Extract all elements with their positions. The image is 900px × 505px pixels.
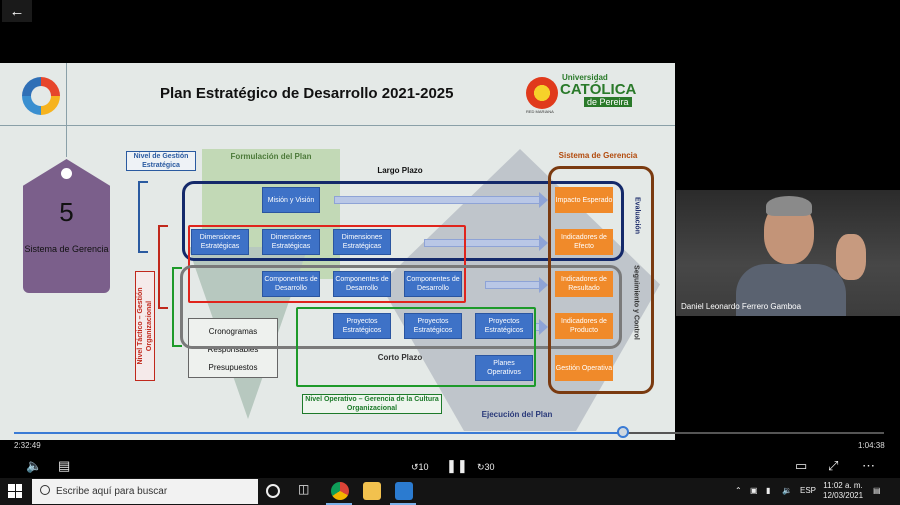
app-window: ← Plan Estratégico de Desarrollo 2021-20… xyxy=(0,0,900,505)
slide-title: Plan Estratégico de Desarrollo 2021-2025 xyxy=(160,85,454,102)
operativo-frame xyxy=(296,307,536,387)
bracket-blue xyxy=(138,181,148,253)
windows-start-icon[interactable] xyxy=(8,484,22,498)
cortana-icon[interactable] xyxy=(266,484,280,498)
camera-icon[interactable]: ▣ xyxy=(750,486,758,495)
clock[interactable]: 11:02 a. m. 12/03/2021 xyxy=(823,481,863,501)
chevron-up-icon[interactable]: ⌃ xyxy=(735,486,742,495)
logo-text: CATÓLICA xyxy=(560,81,637,98)
presupuestos-text: Presupuestos xyxy=(208,363,258,372)
media-player-icon[interactable] xyxy=(395,482,413,500)
arrow-left-icon: ← xyxy=(9,2,25,20)
rewind-label: 10 xyxy=(418,462,429,472)
sistema-gerencia-label: Sistema de Gerencia xyxy=(558,151,638,160)
divider xyxy=(66,63,67,157)
sun-emblem-icon xyxy=(526,77,558,109)
tag-label: Sistema de Gerencia xyxy=(24,244,109,254)
nivel-operativo-label: Nivel Operativo – Gerencia de la Cultura… xyxy=(302,394,442,414)
search-placeholder: Escribe aquí para buscar xyxy=(56,486,168,497)
university-logo: Universidad CATÓLICA de Pereira RED MARI… xyxy=(526,73,636,115)
task-view-icon[interactable]: ◫ xyxy=(298,482,316,500)
taskbar: Escribe aquí para buscar ◫ ⌃ ▣ ▮ 🔉 ESP 1… xyxy=(0,478,900,505)
forward-label: 30 xyxy=(484,462,495,472)
notifications-icon[interactable]: ▤ xyxy=(873,486,881,495)
logo-text: RED MARIANA xyxy=(526,109,554,114)
file-explorer-icon[interactable] xyxy=(363,482,381,500)
progress-fill xyxy=(14,432,623,434)
chrome-icon[interactable] xyxy=(331,482,349,500)
speaker-icon[interactable]: 🔉 xyxy=(782,486,792,495)
person-hand xyxy=(836,234,866,280)
elapsed-time: 2:32:49 xyxy=(14,441,41,450)
cast-icon[interactable]: ▭ xyxy=(795,458,807,474)
language-indicator[interactable]: ESP xyxy=(800,486,816,495)
remaining-time: 1:04:38 xyxy=(858,441,885,450)
pause-icon[interactable]: ❚❚ xyxy=(446,458,468,474)
sistema-gerencia-frame xyxy=(548,166,654,394)
nivel-tactico-label: Nivel Táctico – Gestión Organizacional xyxy=(135,271,155,381)
bracket-red xyxy=(158,225,168,309)
logo-text: de Pereira xyxy=(584,97,632,107)
progress-knob[interactable] xyxy=(617,426,629,438)
tag-number: 5 xyxy=(59,197,74,227)
largo-plazo-label: Largo Plazo xyxy=(377,166,423,175)
captions-icon[interactable]: ▤ xyxy=(58,458,70,474)
rewind-10-icon[interactable]: ↺10 xyxy=(411,462,429,473)
search-icon xyxy=(40,485,50,495)
logo-ring-icon xyxy=(22,77,60,115)
nivel-gestion-label: Nivel de Gestión Estratégica xyxy=(126,151,196,171)
formulacion-label: Formulación del Plan xyxy=(230,152,312,161)
presentation-slide: Plan Estratégico de Desarrollo 2021-2025… xyxy=(0,63,675,440)
tag-hole xyxy=(61,168,72,179)
ejecucion-label: Ejecución del Plan xyxy=(481,410,553,419)
clock-time: 11:02 a. m. xyxy=(823,481,863,490)
volume-icon[interactable]: 🔈 xyxy=(26,458,42,474)
search-box[interactable]: Escribe aquí para buscar xyxy=(32,479,258,504)
divider xyxy=(0,125,675,126)
participant-name: Daniel Leonardo Ferrero Gamboa xyxy=(681,302,802,311)
webcam-video: Daniel Leonardo Ferrero Gamboa xyxy=(676,190,900,316)
battery-icon[interactable]: ▮ xyxy=(766,486,770,495)
back-button[interactable]: ← xyxy=(2,0,32,22)
more-icon[interactable]: ⋯ xyxy=(862,458,875,474)
clock-date: 12/03/2021 xyxy=(823,491,864,500)
fullscreen-icon[interactable]: ⤢ xyxy=(828,458,838,474)
person-hair xyxy=(766,196,812,216)
forward-30-icon[interactable]: ↻30 xyxy=(477,462,495,473)
